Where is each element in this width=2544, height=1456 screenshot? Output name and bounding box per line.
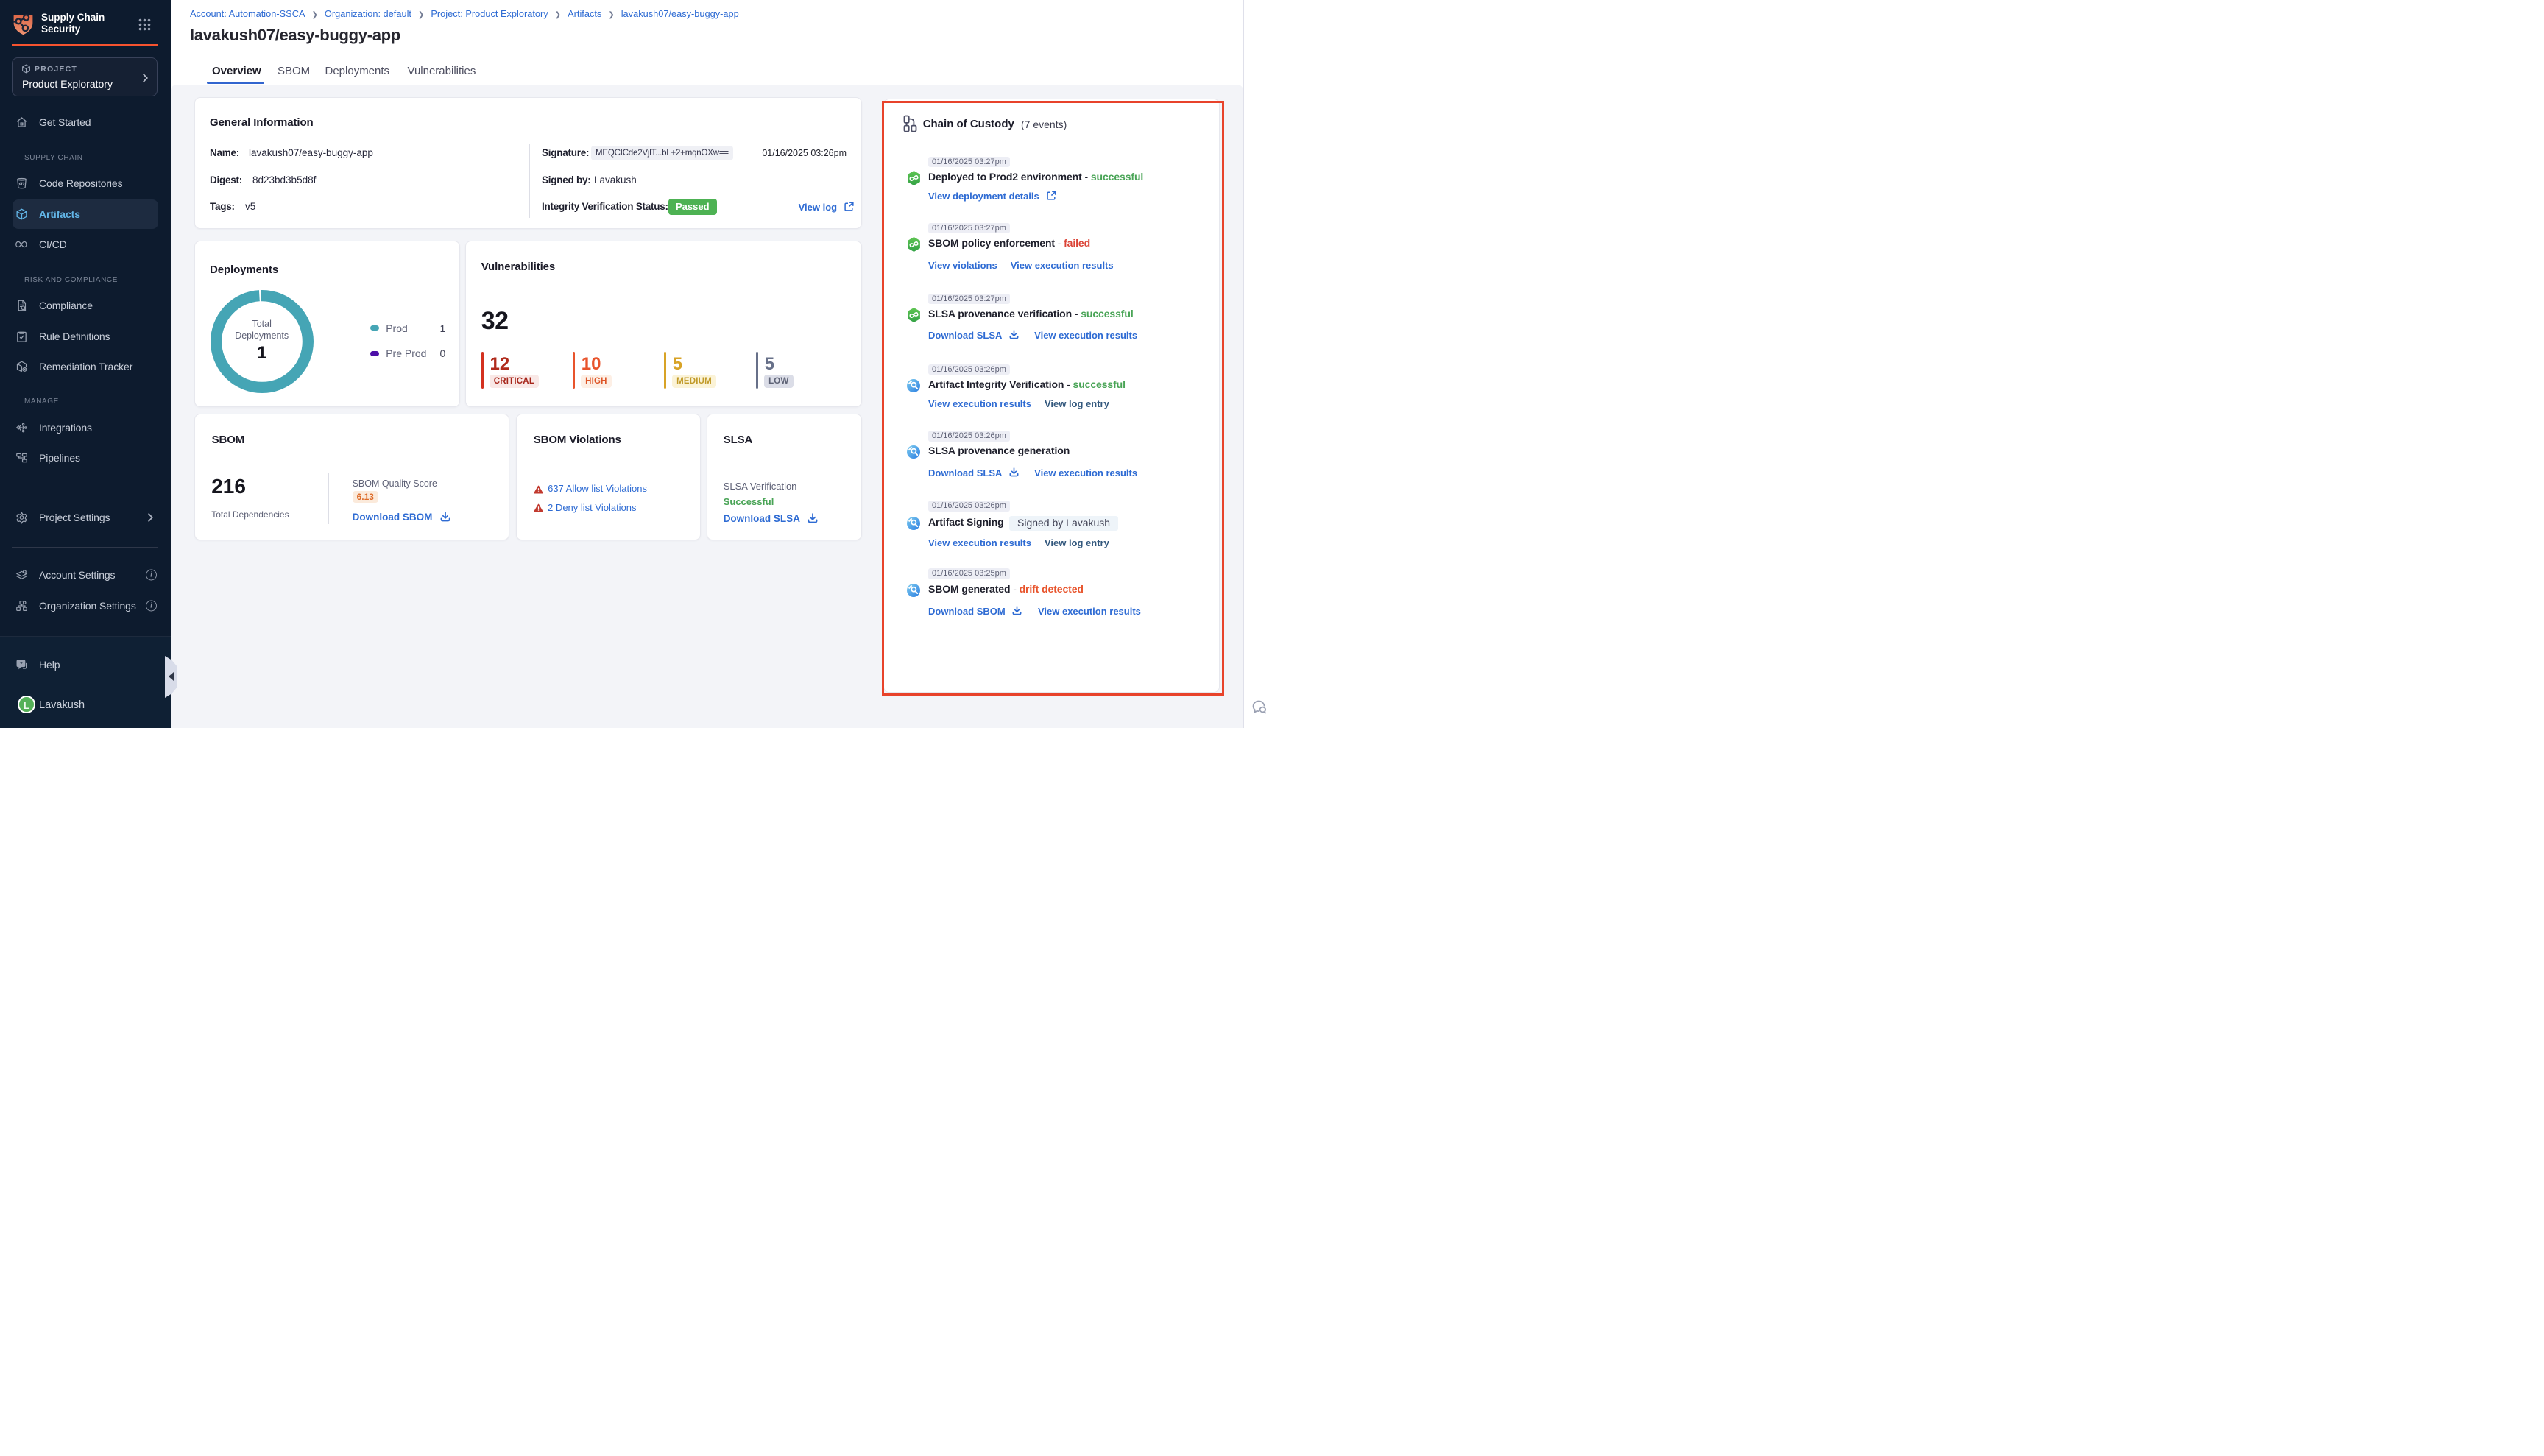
svg-text:?: ?	[20, 661, 23, 666]
